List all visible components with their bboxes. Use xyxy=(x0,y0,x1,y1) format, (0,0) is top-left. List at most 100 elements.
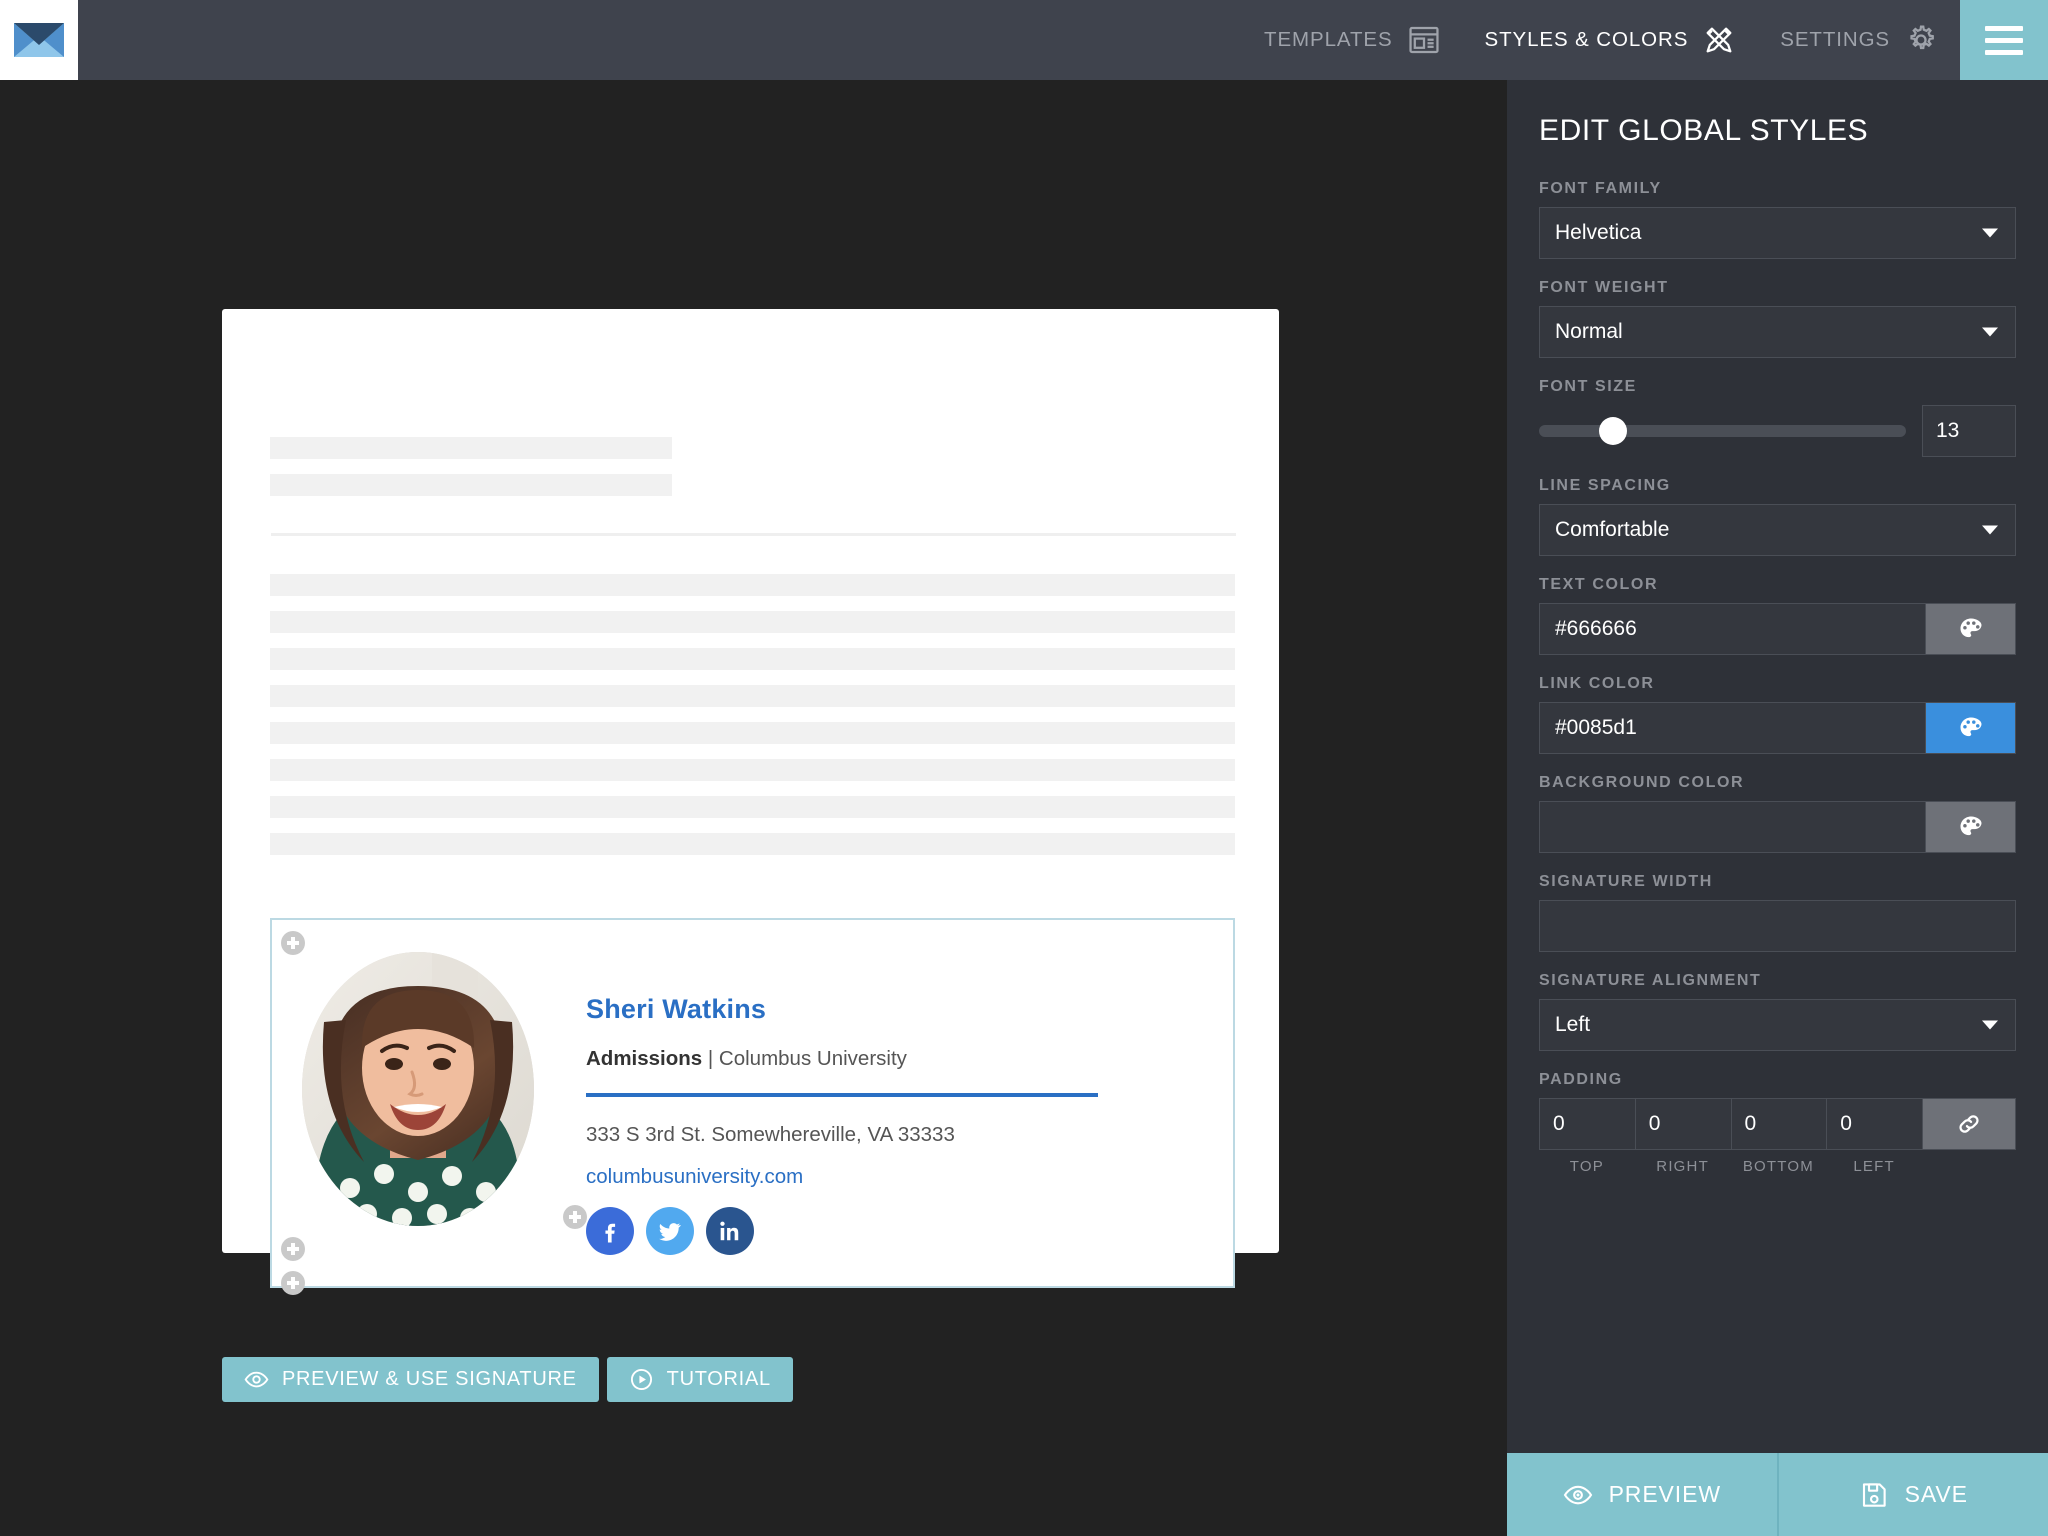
app-logo[interactable] xyxy=(0,0,78,80)
panel-preview-button[interactable]: PREVIEW xyxy=(1507,1453,1777,1536)
line-spacing-select[interactable]: Comfortable xyxy=(1539,504,2016,556)
placeholder-line xyxy=(270,437,672,459)
global-styles-panel: EDIT GLOBAL STYLES FONT FAMILY Helvetica… xyxy=(1507,80,2048,1536)
signature-alignment-value: Left xyxy=(1555,1013,1591,1036)
signature-alignment-select[interactable]: Left xyxy=(1539,999,2016,1051)
placeholder-line xyxy=(270,833,1235,855)
facebook-link[interactable] xyxy=(586,1207,634,1255)
signature-department: Admissions xyxy=(586,1047,703,1070)
hamburger-bar xyxy=(1985,49,2023,55)
signature-rule xyxy=(586,1093,1098,1097)
tutorial-button[interactable]: TUTORIAL xyxy=(606,1357,793,1402)
field-text-color: TEXT COLOR #666666 xyxy=(1539,576,2016,655)
eye-icon xyxy=(244,1371,269,1388)
panel-save-label: SAVE xyxy=(1904,1481,1968,1507)
signature-content: Sheri Watkins Admissions | Columbus Univ… xyxy=(302,952,1098,1255)
font-size-slider-knob[interactable] xyxy=(1599,417,1627,445)
twitter-link[interactable] xyxy=(646,1207,694,1255)
field-background-color: BACKGROUND COLOR xyxy=(1539,774,2016,853)
placeholder-line xyxy=(270,685,1235,707)
panel-title: EDIT GLOBAL STYLES xyxy=(1539,114,1869,147)
label-line-spacing: LINE SPACING xyxy=(1539,477,1671,494)
padding-top-input[interactable]: 0 xyxy=(1539,1098,1635,1150)
hamburger-bar xyxy=(1985,25,2023,31)
label-signature-width: SIGNATURE WIDTH xyxy=(1539,873,1713,890)
document-top-placeholder-lines xyxy=(270,437,672,496)
signature-width-input[interactable] xyxy=(1539,900,2016,952)
templates-icon xyxy=(1408,26,1439,54)
document-action-buttons: PREVIEW & USE SIGNATURE TUTORIAL xyxy=(222,1357,793,1402)
padding-bottom-input[interactable]: 0 xyxy=(1730,1098,1827,1150)
label-font-weight: FONT WEIGHT xyxy=(1539,279,1669,296)
padding-inputs: 0 0 0 0 xyxy=(1539,1098,2016,1150)
field-font-size: FONT SIZE 13 xyxy=(1539,378,2016,457)
nav-item-styles-and-colors[interactable]: STYLES & COLORS xyxy=(1463,0,1759,80)
padding-link-toggle[interactable] xyxy=(1922,1098,2016,1150)
facebook-icon xyxy=(605,1223,616,1243)
padding-label-top: TOP xyxy=(1569,1158,1604,1175)
avatar[interactable] xyxy=(302,952,534,1226)
envelope-icon xyxy=(14,23,64,57)
placeholder-line xyxy=(270,474,672,496)
document-body-placeholder-lines xyxy=(270,574,1235,855)
placeholder-line xyxy=(270,611,1235,633)
field-padding: PADDING 0 0 0 0 TOP RIGHT BOTTOM LEFT xyxy=(1539,1071,2016,1175)
document-divider xyxy=(271,533,1236,536)
signature-social-links xyxy=(586,1207,1098,1255)
signature-edit-block[interactable]: Sheri Watkins Admissions | Columbus Univ… xyxy=(270,918,1235,1295)
editor-canvas: Sheri Watkins Admissions | Columbus Univ… xyxy=(0,80,1507,1536)
font-size-slider[interactable] xyxy=(1539,417,1906,445)
placeholder-line xyxy=(270,759,1235,781)
panel-save-button[interactable]: SAVE xyxy=(1776,1453,2048,1536)
eye-icon xyxy=(1563,1485,1592,1504)
signature-website-link[interactable]: columbusuniversity.com xyxy=(586,1165,803,1189)
font-weight-select[interactable]: Normal xyxy=(1539,306,2016,358)
label-signature-alignment: SIGNATURE ALIGNMENT xyxy=(1539,972,1762,989)
linkedin-link[interactable] xyxy=(706,1207,754,1255)
font-size-input[interactable]: 13 xyxy=(1922,405,2016,457)
font-size-control: 13 xyxy=(1539,405,2016,457)
floppy-disk-icon xyxy=(1862,1482,1886,1507)
hamburger-menu-button[interactable] xyxy=(1960,0,2048,80)
preview-and-use-signature-label: PREVIEW & USE SIGNATURE xyxy=(282,1368,577,1390)
field-signature-width: SIGNATURE WIDTH xyxy=(1539,873,2016,952)
play-circle-icon xyxy=(630,1368,652,1391)
nav-item-settings[interactable]: SETTINGS xyxy=(1758,0,1960,80)
nav-label-templates: TEMPLATES xyxy=(1264,28,1393,51)
chevron-down-icon xyxy=(1982,228,1998,238)
text-color-picker-button[interactable] xyxy=(1926,603,2016,655)
gear-icon xyxy=(1910,25,1934,50)
preview-and-use-signature-button[interactable]: PREVIEW & USE SIGNATURE xyxy=(222,1357,599,1402)
label-background-color: BACKGROUND COLOR xyxy=(1539,774,1745,791)
label-font-size: FONT SIZE xyxy=(1539,378,1637,395)
padding-label-bottom: BOTTOM xyxy=(1742,1158,1814,1175)
hamburger-bar xyxy=(1985,37,2023,43)
add-element-handle-bottom-2[interactable] xyxy=(281,1271,305,1295)
line-spacing-value: Comfortable xyxy=(1555,518,1670,541)
signature-title: Admissions | Columbus University xyxy=(586,1047,1098,1071)
background-color-picker-button[interactable] xyxy=(1926,801,2016,853)
padding-left-input[interactable]: 0 xyxy=(1826,1098,1922,1150)
signature-details: Sheri Watkins Admissions | Columbus Univ… xyxy=(586,952,1098,1255)
panel-footer-actions: PREVIEW SAVE xyxy=(1507,1453,2048,1536)
signature-name: Sheri Watkins xyxy=(586,994,767,1024)
padding-right-input[interactable]: 0 xyxy=(1634,1098,1731,1150)
chevron-down-icon xyxy=(1982,327,1998,337)
nav-label-styles-and-colors: STYLES & COLORS xyxy=(1484,28,1689,51)
link-chain-icon xyxy=(1959,1115,1979,1133)
font-family-value: Helvetica xyxy=(1555,221,1642,244)
signature-address: 333 S 3rd St. Somewhereville, VA 33333 xyxy=(586,1123,955,1146)
padding-sub-labels: TOP RIGHT BOTTOM LEFT xyxy=(1539,1158,2016,1175)
link-color-picker-button[interactable] xyxy=(1926,702,2016,754)
link-color-input[interactable]: #0085d1 xyxy=(1539,702,1926,754)
top-navigation-bar: TEMPLATES STYLES & COLORS SETTINGS xyxy=(0,0,2048,80)
field-link-color: LINK COLOR #0085d1 xyxy=(1539,675,2016,754)
link-color-control: #0085d1 xyxy=(1539,702,2016,754)
nav-item-templates[interactable]: TEMPLATES xyxy=(1242,0,1462,80)
field-font-family: FONT FAMILY Helvetica xyxy=(1539,180,2016,259)
signature-organization: Columbus University xyxy=(718,1047,907,1070)
label-font-family: FONT FAMILY xyxy=(1539,180,1662,197)
background-color-input[interactable] xyxy=(1539,801,1926,853)
font-family-select[interactable]: Helvetica xyxy=(1539,207,2016,259)
text-color-input[interactable]: #666666 xyxy=(1539,603,1926,655)
